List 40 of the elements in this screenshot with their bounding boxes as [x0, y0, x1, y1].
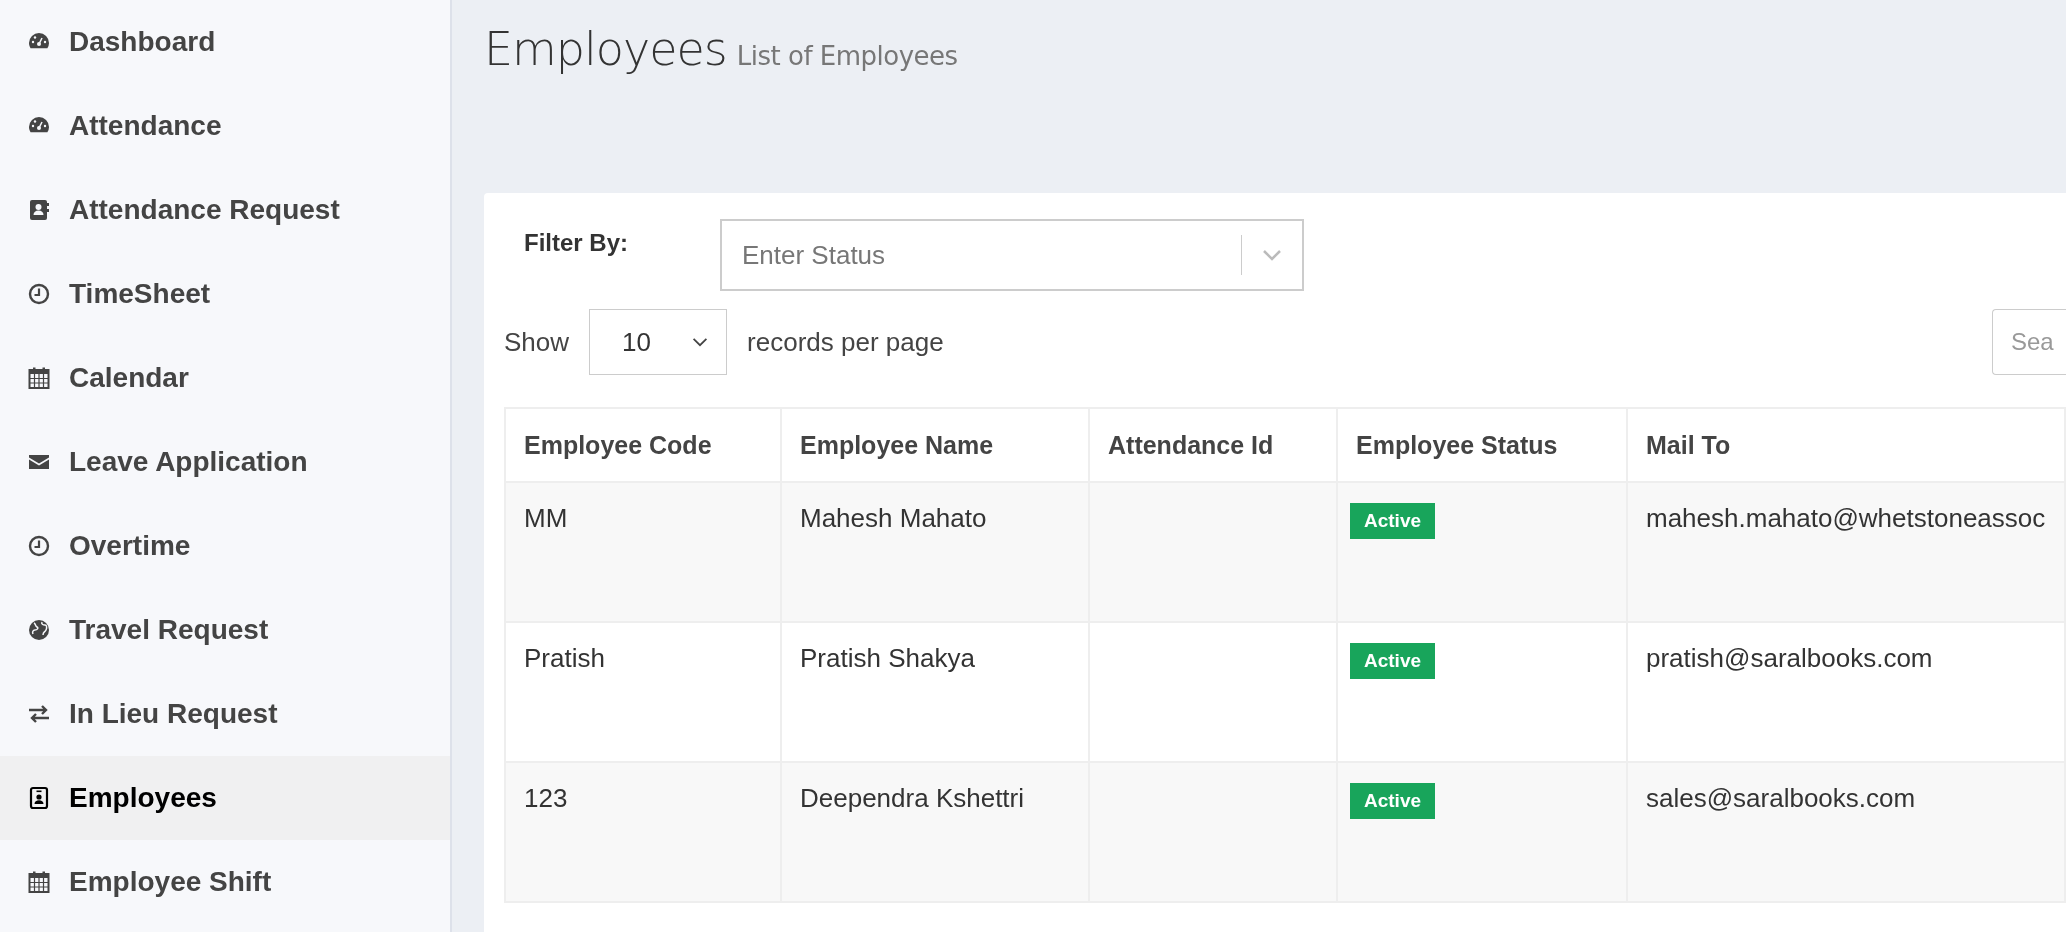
table-cell: MM: [505, 482, 781, 622]
show-label: Show: [504, 326, 570, 358]
id-badge-icon: [27, 786, 51, 810]
status-badge: Active: [1350, 783, 1436, 819]
status-badge: Active: [1350, 503, 1436, 539]
status-select[interactable]: Enter Status: [720, 219, 1304, 291]
page-title: Employees: [484, 22, 727, 76]
calendar-icon: [27, 870, 51, 894]
page-size-select[interactable]: 10: [589, 309, 728, 375]
column-header[interactable]: Employee Status: [1337, 408, 1627, 482]
globe-icon: [27, 618, 51, 642]
sidebar-item[interactable]: Dashboard: [0, 0, 450, 84]
sidebar-item[interactable]: Leave Application: [0, 420, 450, 504]
sidebar-item[interactable]: Overtime: [0, 504, 450, 588]
chevron-down-icon: [1262, 249, 1282, 261]
table-cell: sales@saralbooks.com: [1627, 762, 2065, 902]
sidebar-item[interactable]: Employee Shift: [0, 840, 450, 924]
sidebar-item[interactable]: Travel Request: [0, 588, 450, 672]
calendar-icon: [27, 366, 51, 390]
filter-label: Filter By:: [524, 229, 629, 257]
table-cell: Deependra Kshettri: [781, 762, 1089, 902]
sidebar-item[interactable]: TimeSheet: [0, 252, 450, 336]
column-header[interactable]: Employee Code: [505, 408, 781, 482]
table-cell: mahesh.mahato@whetstoneassoc: [1627, 482, 2065, 622]
table-cell: 123: [505, 762, 781, 902]
column-header[interactable]: Mail To: [1627, 408, 2065, 482]
page-subtitle: List of Employees: [736, 41, 958, 71]
sidebar-item[interactable]: Employees: [0, 756, 450, 840]
clock-icon: [27, 282, 51, 306]
table-cell: Mahesh Mahato: [781, 482, 1089, 622]
sidebar-item[interactable]: In Lieu Request: [0, 672, 450, 756]
sidebar-item[interactable]: Attendance: [0, 84, 450, 168]
chevron-down-icon: [692, 337, 709, 347]
column-header[interactable]: Employee Name: [781, 408, 1089, 482]
sidebar-item[interactable]: Calendar: [0, 336, 450, 420]
status-badge: Active: [1350, 643, 1436, 679]
records-per-page-label: records per page: [747, 326, 944, 358]
clock-icon: [27, 534, 51, 558]
sidebar-item[interactable]: Attendance Request: [0, 168, 450, 252]
contact-book-icon: [27, 198, 51, 222]
